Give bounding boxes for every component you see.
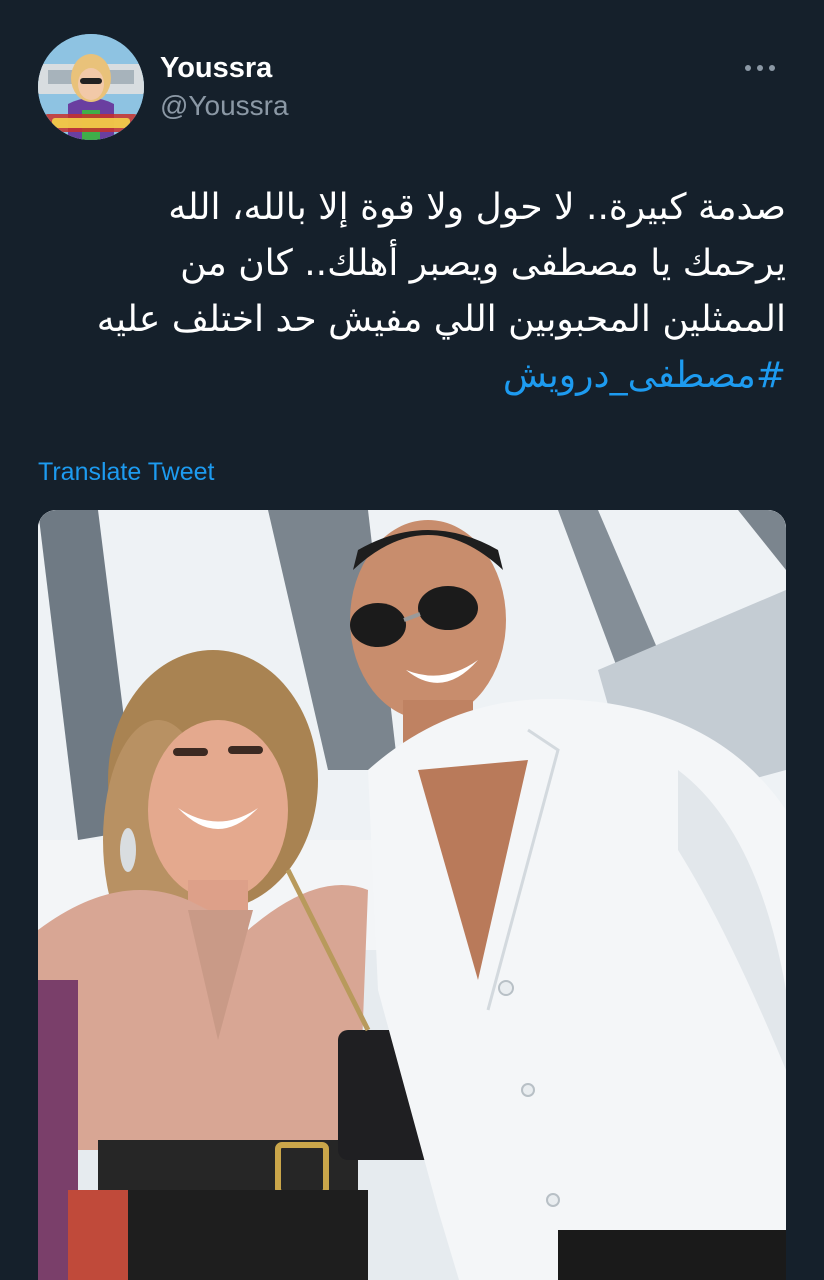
tweet-text-line: الممثلين المحبوبين اللي مفيش حد اختلف عل… <box>96 299 786 340</box>
tweet-media-photo[interactable] <box>38 510 786 1280</box>
tweet-text-line: يرحمك يا مصطفى ويصبر أهلك.. كان من <box>180 243 786 284</box>
tweet-photo <box>38 510 786 1280</box>
tweet-text-line: صدمة كبيرة.. لا حول ولا قوة إلا بالله، ا… <box>168 187 786 228</box>
more-options-button[interactable] <box>740 54 780 82</box>
translate-tweet-link[interactable]: Translate Tweet <box>38 456 214 488</box>
tweet-screen: Youssra @Youssra صدمة كبيرة.. لا حول ولا… <box>0 0 824 1280</box>
tweet-text: صدمة كبيرة.. لا حول ولا قوة إلا بالله، ا… <box>38 180 786 404</box>
author-display-name[interactable]: Youssra <box>160 50 289 86</box>
more-horizontal-icon <box>745 65 775 71</box>
hashtag-link[interactable]: #مصطفى_درويش <box>38 348 786 404</box>
avatar[interactable] <box>38 34 144 140</box>
author-names: Youssra @Youssra <box>160 50 289 124</box>
author-handle[interactable]: @Youssra <box>160 88 289 124</box>
tweet-header: Youssra @Youssra <box>38 34 788 140</box>
avatar-image <box>38 34 144 140</box>
